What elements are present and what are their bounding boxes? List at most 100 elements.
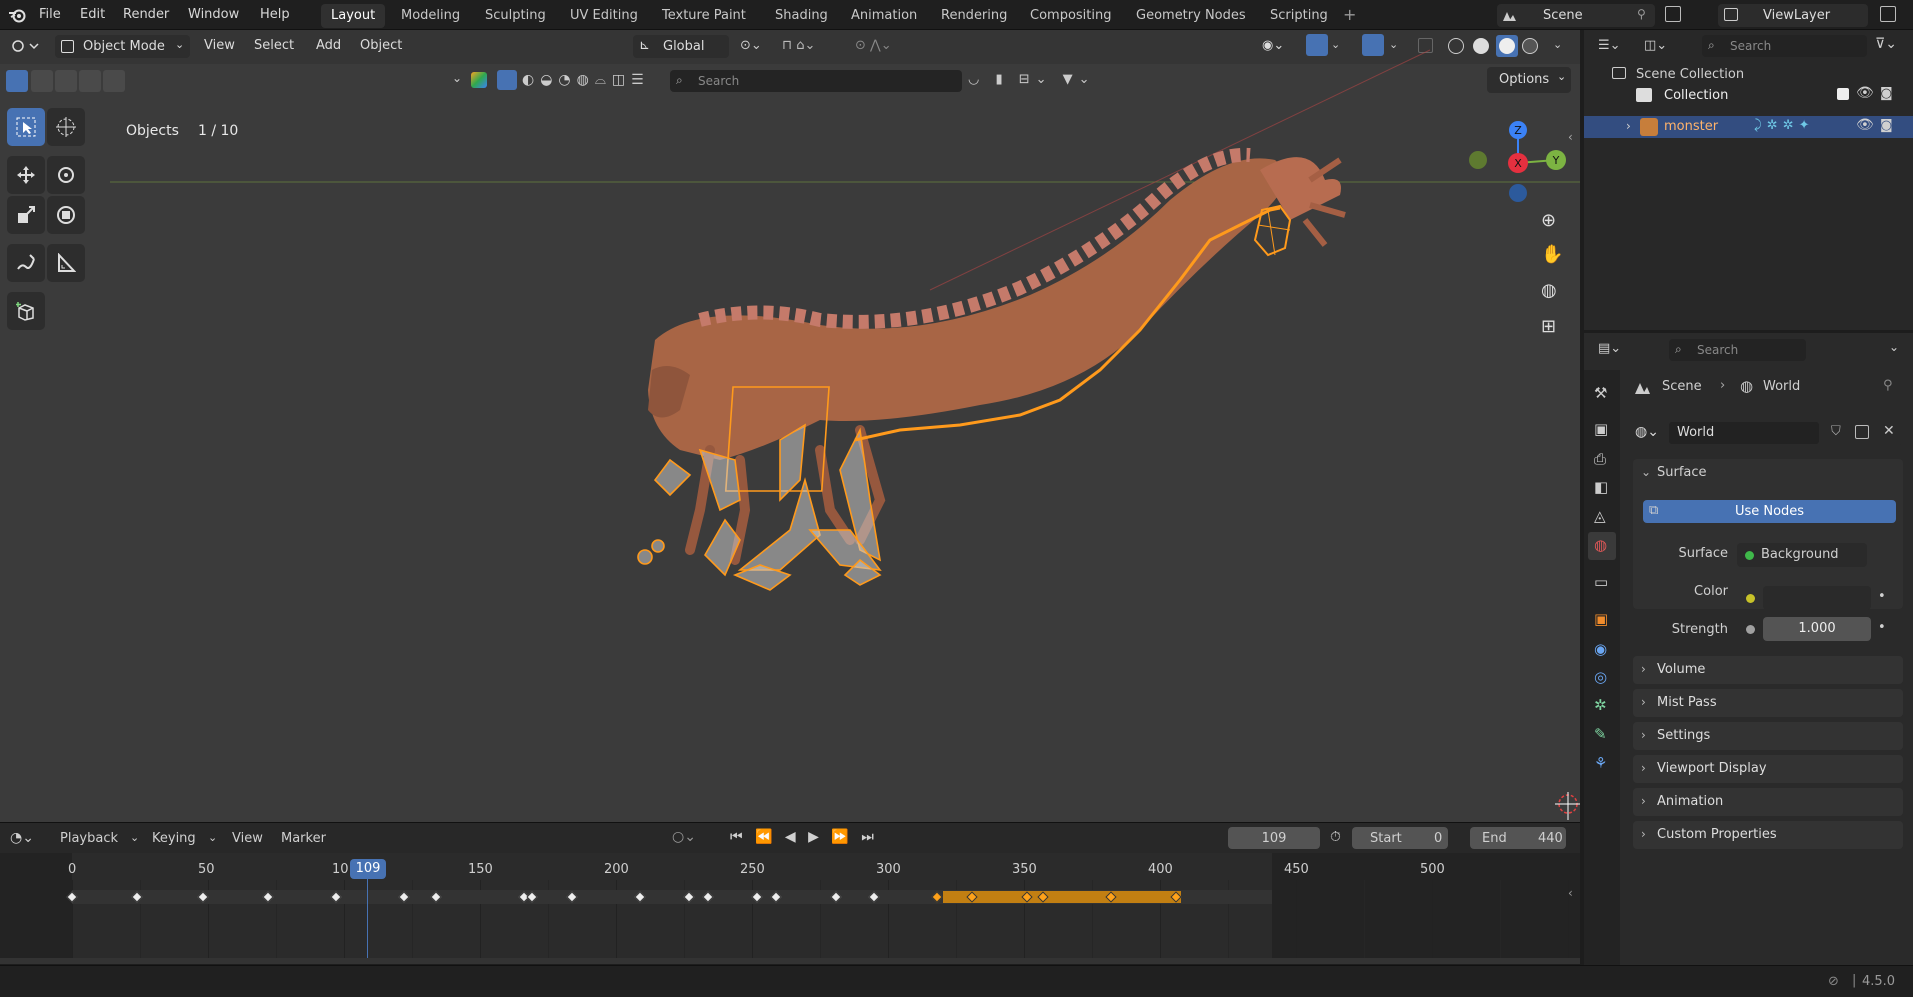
collection-checkbox[interactable]	[1837, 88, 1849, 100]
scene-collection-label[interactable]: Scene Collection	[1636, 67, 1744, 82]
world-name: World	[1677, 425, 1715, 440]
world-browse-icon[interactable]: ◍⌄	[1635, 424, 1659, 440]
add-workspace-icon[interactable]: +	[1343, 5, 1356, 24]
current-frame-input[interactable]: 109	[1228, 827, 1320, 849]
fake-user-icon[interactable]: ⛉	[1831, 424, 1841, 439]
display-mode-icon[interactable]: ◫⌄	[1644, 38, 1667, 53]
strength-keyframe-dot[interactable]: •	[1878, 620, 1886, 635]
color-keyframe-dot[interactable]: •	[1878, 589, 1886, 604]
object-tab-icon[interactable]: ▣	[1594, 610, 1608, 628]
tab-sculpting[interactable]: Sculpting	[475, 4, 556, 28]
properties-editor-icon[interactable]: ▤⌄	[1598, 341, 1621, 356]
world-tab-active[interactable]: ◍	[1588, 532, 1616, 560]
keying-menu[interactable]: Keying	[152, 831, 196, 846]
tool-tab-icon[interactable]: ⚒	[1594, 384, 1607, 402]
tab-scripting[interactable]: Scripting	[1260, 4, 1338, 28]
timeline-view-menu[interactable]: View	[232, 831, 263, 846]
properties-search-input[interactable]: ⌕ Search	[1669, 339, 1806, 361]
settings-panel[interactable]: › Settings	[1633, 722, 1903, 750]
playhead-handle[interactable]: 109	[350, 859, 386, 879]
start-frame-input[interactable]: Start 0	[1352, 827, 1448, 849]
new-viewlayer-icon[interactable]	[1880, 6, 1896, 22]
outliner-editor-icon[interactable]: ☰⌄	[1598, 38, 1621, 53]
pin-icon[interactable]: ⚲	[1637, 7, 1646, 21]
output-tab-icon[interactable]: ⎙	[1594, 450, 1606, 468]
physics-tab-icon[interactable]: ◎	[1594, 668, 1607, 686]
tab-texture-paint[interactable]: Texture Paint	[652, 4, 756, 28]
tab-layout[interactable]: Layout	[321, 4, 386, 28]
expand-chevron-icon[interactable]: ›	[1626, 119, 1631, 133]
menu-help[interactable]: Help	[260, 7, 290, 22]
tab-modeling[interactable]: Modeling	[391, 4, 470, 28]
bone-tab-icon[interactable]: ✎	[1594, 725, 1607, 743]
playback-controls[interactable]: ⏮ ⏪ ◀ ▶ ⏩ ⏭	[730, 829, 878, 845]
object-data-icons[interactable]: ⤸✲✲✦	[1754, 118, 1814, 133]
menu-edit[interactable]: Edit	[80, 7, 105, 22]
sidebar-toggle-icon[interactable]: ‹	[1568, 130, 1573, 144]
current-frame-value: 109	[1261, 831, 1287, 846]
blender-logo-icon[interactable]	[8, 7, 26, 23]
end-frame-input[interactable]: End 440	[1470, 827, 1566, 849]
tab-rendering[interactable]: Rendering	[931, 4, 1017, 28]
pan-hand-icon[interactable]: ✋	[1541, 244, 1563, 265]
playback-menu[interactable]: Playback	[60, 831, 118, 846]
timeline-scrollbar[interactable]	[0, 958, 1580, 964]
tab-uv-editing[interactable]: UV Editing	[560, 4, 648, 28]
monster-eye-icon[interactable]: 👁	[1856, 117, 1874, 133]
volume-panel[interactable]: › Volume	[1633, 656, 1903, 684]
unlink-world-icon[interactable]: ✕	[1883, 423, 1895, 439]
filter-icon[interactable]: ⊽⌄	[1875, 36, 1897, 52]
collection-tab-icon[interactable]: ▭	[1594, 573, 1608, 591]
tab-geometry-nodes[interactable]: Geometry Nodes	[1126, 4, 1256, 28]
pin-icon[interactable]: ⚲	[1883, 378, 1893, 393]
world-datablock-selector[interactable]: ◍⌄ World ⛉ ✕	[1633, 421, 1903, 445]
stopwatch-icon[interactable]: ⏱	[1330, 829, 1341, 845]
animation-panel[interactable]: › Animation	[1633, 788, 1903, 816]
marker-menu[interactable]: Marker	[281, 831, 326, 846]
eye-icon[interactable]: 👁	[1856, 85, 1874, 101]
modifier-tab-icon[interactable]: ◉	[1594, 640, 1607, 658]
monster-render-icon[interactable]: ◙	[1880, 118, 1893, 133]
camera-view-icon[interactable]: ◍	[1541, 280, 1557, 301]
timeline-sidebar-toggle-icon[interactable]: ‹	[1568, 886, 1573, 900]
collapsed-chevron-icon: ›	[1641, 827, 1646, 841]
constraint-tab-icon[interactable]: ⚘	[1594, 754, 1607, 772]
viewport-display-panel[interactable]: › Viewport Display	[1633, 755, 1903, 783]
strength-socket-icon[interactable]	[1746, 625, 1755, 634]
surface-shader-selector[interactable]: Background	[1737, 543, 1867, 567]
zoom-icon[interactable]: ⊕	[1541, 210, 1556, 231]
properties-options-chevron-icon[interactable]: ⌄	[1889, 340, 1899, 354]
outliner-search-input[interactable]: ⌕ Search	[1702, 35, 1867, 57]
surface-panel-title[interactable]: Surface	[1657, 465, 1707, 480]
auto-keying-icon[interactable]: ○⌄	[672, 829, 696, 845]
3d-viewport[interactable]: Object Mode ⌄ View Select Add Object ⊾ G…	[0, 30, 1580, 822]
color-swatch[interactable]	[1763, 586, 1871, 610]
collection-label[interactable]: Collection	[1664, 88, 1728, 103]
render-tab-icon[interactable]: ▣	[1594, 420, 1608, 438]
menu-file[interactable]: File	[39, 7, 61, 22]
use-nodes-button[interactable]: ⧉ Use Nodes	[1643, 500, 1896, 523]
mist-pass-panel[interactable]: › Mist Pass	[1633, 689, 1903, 717]
viewlayer-selector[interactable]: ViewLayer	[1718, 4, 1868, 27]
perspective-toggle-icon[interactable]: ⊞	[1541, 316, 1556, 337]
custom-properties-panel[interactable]: › Custom Properties	[1633, 821, 1903, 849]
outliner-row-monster[interactable]: › monster ⤸✲✲✦ 👁 ◙	[1584, 116, 1913, 138]
tab-shading[interactable]: Shading	[765, 4, 838, 28]
view-layer-tab-icon[interactable]: ◧	[1594, 478, 1608, 496]
duplicate-world-icon[interactable]	[1855, 425, 1869, 439]
menu-render[interactable]: Render	[123, 7, 169, 22]
strength-input[interactable]: 1.000	[1763, 617, 1871, 641]
scene-selector[interactable]: Scene ⚲	[1497, 4, 1655, 27]
tab-compositing[interactable]: Compositing	[1020, 4, 1122, 28]
surface-expand-icon[interactable]: ⌄	[1641, 465, 1651, 479]
color-socket-icon[interactable]	[1746, 594, 1755, 603]
surface-field-label: Surface	[1678, 546, 1728, 561]
scene-tab-icon[interactable]: ◬	[1594, 507, 1606, 525]
tab-animation[interactable]: Animation	[841, 4, 927, 28]
new-scene-icon[interactable]	[1665, 6, 1681, 22]
object-data-tab-icon[interactable]: ✲	[1594, 696, 1607, 714]
timeline-editor-icon[interactable]: ◔⌄	[10, 830, 34, 846]
render-camera-icon[interactable]: ◙	[1880, 86, 1893, 101]
menu-window[interactable]: Window	[188, 7, 239, 22]
ruler-label: 500	[1420, 862, 1445, 877]
